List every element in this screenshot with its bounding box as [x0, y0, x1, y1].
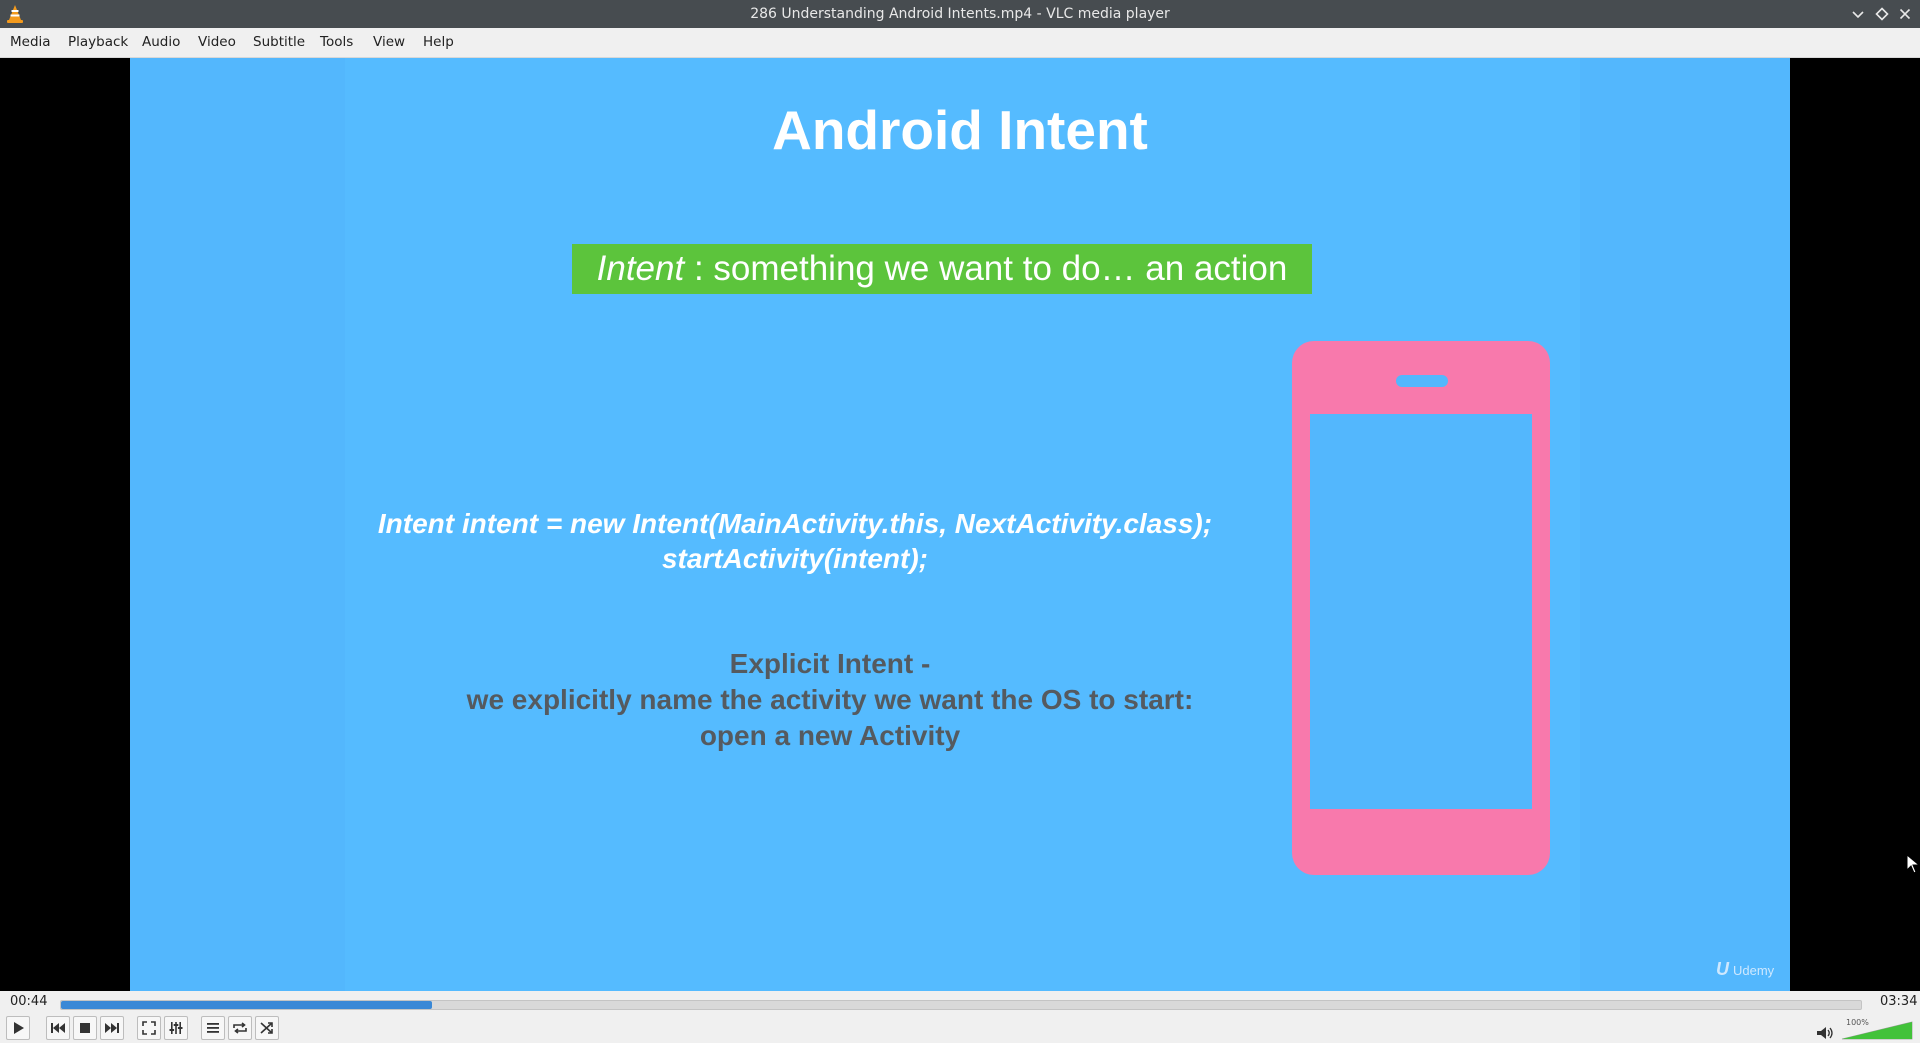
- explicit-text: we explicitly name the activity we want …: [466, 684, 1194, 715]
- skip-back-icon: [51, 1023, 65, 1033]
- close-button[interactable]: [1895, 4, 1915, 24]
- skip-forward-icon: [105, 1023, 119, 1033]
- diamond-icon: [1875, 7, 1889, 21]
- playlist-icon: [207, 1023, 219, 1033]
- udemy-watermark: U Udemy: [1716, 959, 1774, 980]
- window-title: 286 Understanding Android Intents.mp4 - …: [750, 6, 1170, 22]
- volume-slider[interactable]: [1840, 1020, 1914, 1040]
- fullscreen-icon: [142, 1021, 156, 1035]
- menu-audio[interactable]: Audio: [142, 28, 180, 57]
- menu-subtitle[interactable]: Subtitle: [253, 28, 305, 57]
- player-controls: 00:44 03:34 100%: [0, 991, 1920, 1043]
- menu-tools[interactable]: Tools: [320, 28, 353, 57]
- loop-button[interactable]: [228, 1016, 252, 1040]
- watermark-text: Udemy: [1733, 963, 1775, 978]
- vlc-window: 286 Understanding Android Intents.mp4 - …: [0, 0, 1920, 1043]
- shuffle-icon: [260, 1022, 273, 1034]
- seek-progress: [61, 1001, 432, 1009]
- speaker-volume-icon[interactable]: [1816, 1026, 1834, 1040]
- menu-playback[interactable]: Playback: [68, 28, 128, 57]
- stop-icon: [80, 1023, 90, 1033]
- code-line: Intent intent = new Intent(MainActivity.…: [377, 508, 1213, 539]
- intent-banner: Intent : something we want to do… an act…: [572, 244, 1312, 294]
- menu-help[interactable]: Help: [423, 28, 454, 57]
- playlist-button[interactable]: [201, 1016, 225, 1040]
- menu-video[interactable]: Video: [198, 28, 236, 57]
- shuffle-button[interactable]: [255, 1016, 279, 1040]
- extended-settings-button[interactable]: [164, 1016, 188, 1040]
- title-bar: 286 Understanding Android Intents.mp4 - …: [0, 0, 1920, 28]
- repeat-icon: [233, 1022, 247, 1034]
- code-snippet: Intent intent = new Intent(MainActivity.…: [330, 506, 1260, 576]
- explicit-intent-description: Explicit Intent - we explicitly name the…: [330, 646, 1330, 754]
- total-duration: 03:34: [1880, 994, 1918, 1009]
- stop-button[interactable]: [73, 1016, 97, 1040]
- video-area[interactable]: Android Intent Intent : something we wan…: [0, 58, 1920, 991]
- video-frame: Android Intent Intent : something we wan…: [130, 58, 1790, 991]
- menu-media[interactable]: Media: [10, 28, 51, 57]
- equalizer-icon: [169, 1022, 183, 1034]
- chevron-down-icon: [1852, 11, 1864, 19]
- fullscreen-button[interactable]: [137, 1016, 161, 1040]
- explicit-heading: Explicit Intent -: [729, 648, 931, 679]
- close-icon: [1899, 8, 1911, 20]
- phone-screen: [1310, 414, 1532, 809]
- phone-speaker: [1396, 375, 1448, 387]
- code-line: startActivity(intent);: [661, 543, 928, 574]
- maximize-button[interactable]: [1872, 4, 1892, 24]
- explicit-text: open a new Activity: [699, 720, 961, 751]
- menu-bar: Media Playback Audio Video Subtitle Tool…: [0, 28, 1920, 58]
- phone-illustration: [1292, 341, 1550, 875]
- elapsed-time: 00:44: [10, 994, 48, 1009]
- udemy-logo-icon: U: [1716, 959, 1729, 979]
- slide-title: Android Intent: [772, 99, 1148, 161]
- play-button[interactable]: [6, 1016, 30, 1040]
- intent-banner-text: : something we want to do… an action: [684, 249, 1288, 288]
- mouse-pointer-icon: [1906, 854, 1920, 874]
- seek-bar[interactable]: [60, 1000, 1862, 1010]
- menu-view[interactable]: View: [373, 28, 405, 57]
- previous-button[interactable]: [46, 1016, 70, 1040]
- minimize-button[interactable]: [1848, 4, 1868, 24]
- intent-banner-keyword: Intent: [596, 249, 685, 288]
- next-button[interactable]: [100, 1016, 124, 1040]
- play-icon: [14, 1022, 24, 1034]
